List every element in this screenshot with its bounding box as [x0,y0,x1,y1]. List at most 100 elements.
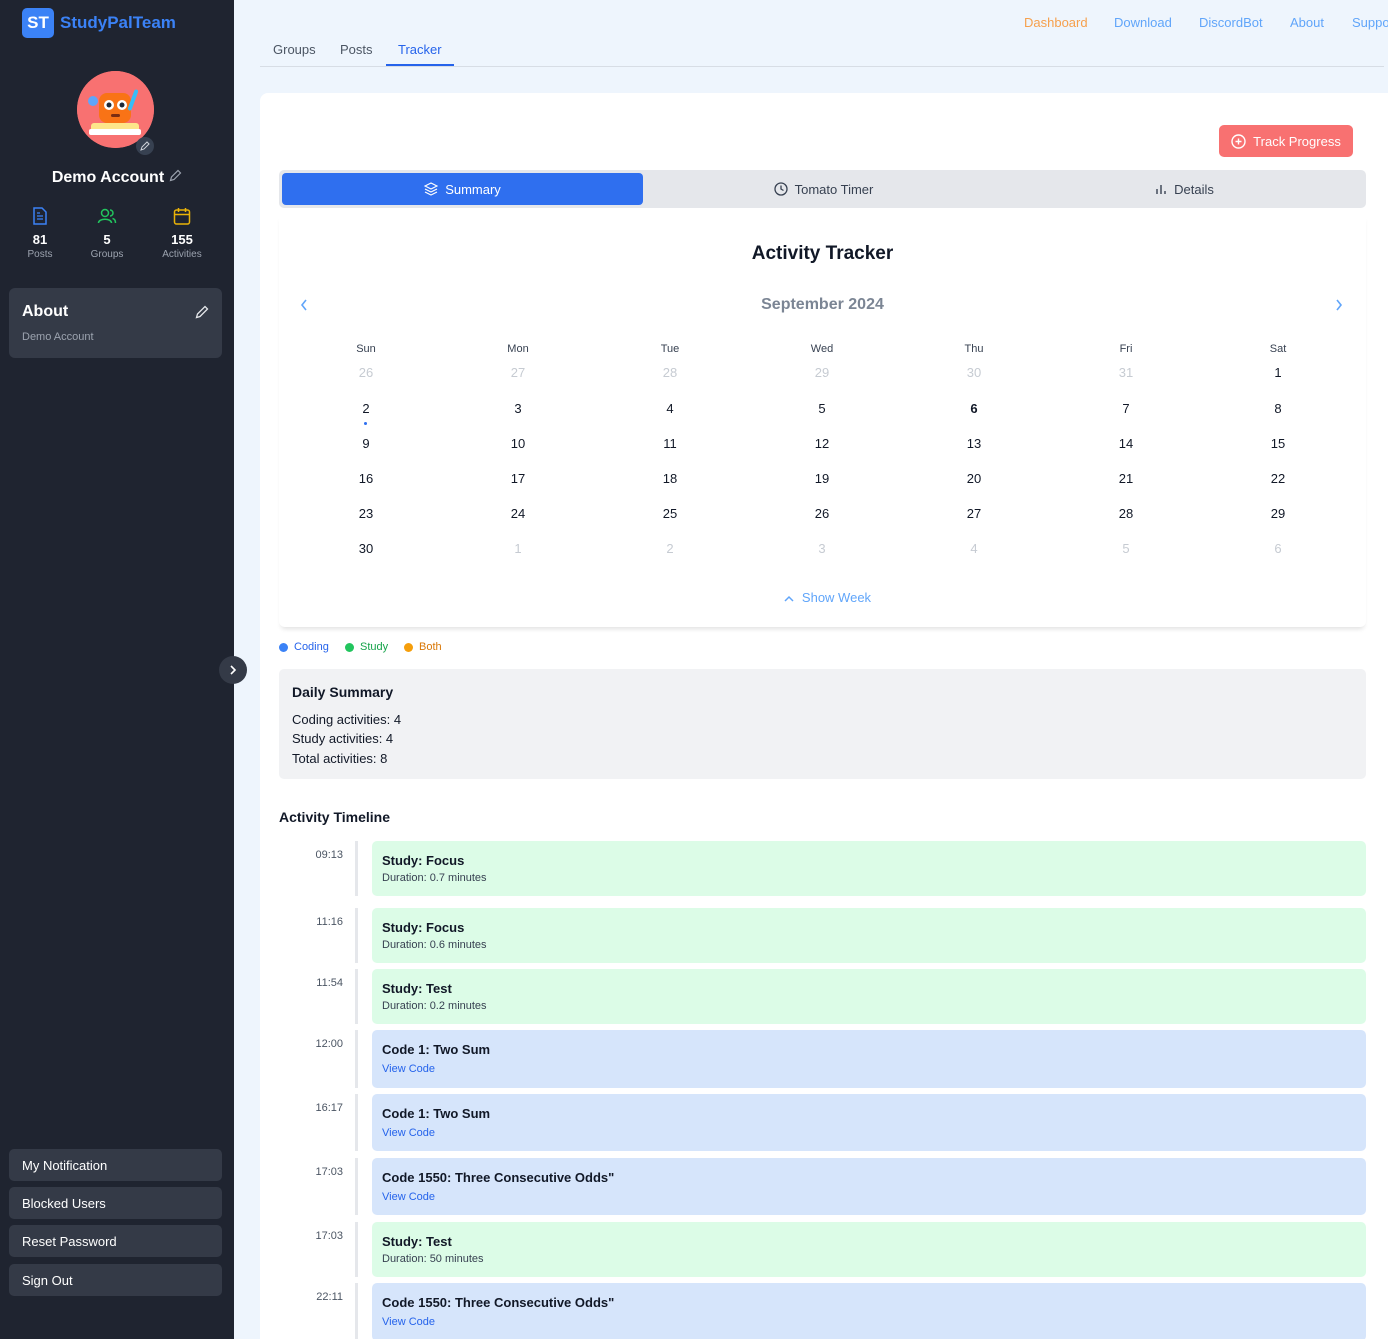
weekday-header: Fri [1119,343,1133,355]
view-code-link[interactable]: View Code [382,1127,435,1139]
edit-name-icon[interactable] [169,169,182,187]
calendar-day[interactable]: 23 [346,502,386,526]
my-notification-button[interactable]: My Notification [9,1149,222,1181]
calendar-day[interactable]: 3 [802,537,842,561]
calendar-day[interactable]: 30 [346,537,386,561]
calendar-day[interactable]: 25 [650,502,690,526]
tab-tracker[interactable]: Tracker [398,42,442,57]
calendar-day[interactable]: 7 [1106,397,1146,421]
activity-dot [364,422,367,425]
view-code-link[interactable]: View Code [382,1191,435,1203]
prev-month-button[interactable] [299,298,309,317]
legend-swatch [345,642,354,652]
timeline-connector [355,1283,358,1339]
calendar-day[interactable]: 16 [346,467,386,491]
day-number: 6 [1274,541,1282,556]
calendar-day[interactable]: 1 [498,537,538,561]
calendar-day[interactable]: 22 [1258,467,1298,491]
calendar-day[interactable]: 31 [1106,361,1146,385]
calendar-day[interactable]: 3 [498,397,538,421]
calendar-day[interactable]: 28 [1106,502,1146,526]
calendar-day[interactable]: 17 [498,467,538,491]
nav-support[interactable]: Support [1352,15,1388,30]
calendar-day[interactable]: 5 [802,393,842,425]
avatar-edit-button[interactable] [136,137,154,155]
calendar-day[interactable]: 26 [802,502,842,526]
day-number: 26 [358,365,374,380]
calendar-day[interactable]: 24 [498,502,538,526]
nav-discordbot[interactable]: DiscordBot [1199,15,1263,30]
day-number: 8 [1274,401,1282,416]
calendar-day[interactable]: 10 [498,432,538,456]
calendar-day[interactable]: 4 [954,537,994,561]
reset-password-button[interactable]: Reset Password [9,1225,222,1257]
brand[interactable]: ST StudyPalTeam [22,8,176,38]
legend-label: Study [360,641,389,653]
calendar-day[interactable]: 20 [954,467,994,491]
calendar-day[interactable]: 2 [650,537,690,561]
calendar-month: September 2024 [761,296,884,313]
tab-groups[interactable]: Groups [273,42,316,57]
day-number: 30 [358,541,374,556]
timeline-entry-title: Study: Focus [382,853,465,868]
day-number: 2 [362,401,370,416]
timeline-entry-title: Study: Test [382,1234,452,1249]
timeline-study-entry: Study: Test Duration: 50 minutes [372,1222,1366,1277]
legend-both: Both [404,641,442,653]
view-switcher: Summary Tomato Timer Details [279,170,1366,208]
calendar-day[interactable]: 15 [1258,432,1298,456]
timeline-code-entry: Code 1: Two Sum View Code [372,1094,1366,1151]
nav-dashboard[interactable]: Dashboard [1024,15,1088,30]
view-code-link[interactable]: View Code [382,1063,435,1075]
segment-tomato-timer[interactable]: Tomato Timer [643,173,1004,205]
calendar-day[interactable]: 27 [954,502,994,526]
segment-summary[interactable]: Summary [282,173,643,205]
edit-about-icon[interactable] [195,305,209,324]
calendar-day[interactable]: 18 [650,467,690,491]
calendar-day[interactable]: 19 [802,467,842,491]
calendar-day[interactable]: 14 [1106,432,1146,456]
segment-details[interactable]: Details [1004,173,1365,205]
calendar-day[interactable]: 4 [650,397,690,421]
sidebar-toggle-button[interactable] [219,656,247,684]
study-activities-count: Study activities: 4 [292,731,394,746]
stat-groups[interactable]: 5 Groups [77,207,137,260]
calendar-day[interactable]: 8 [1258,397,1298,421]
calendar-day[interactable]: 1 [1258,361,1298,385]
calendar-day[interactable]: 30 [954,361,994,385]
calendar-day[interactable]: 28 [650,361,690,385]
activity-timeline-title: Activity Timeline [279,809,391,825]
legend-label: Coding [294,641,329,653]
calendar-day[interactable]: 26 [346,361,386,385]
blocked-users-button[interactable]: Blocked Users [9,1187,222,1219]
timeline-entry-title: Code 1: Two Sum [382,1042,491,1057]
calendar-day[interactable]: 29 [802,361,842,385]
tab-posts[interactable]: Posts [340,42,373,57]
calendar-day[interactable]: 11 [650,432,690,456]
next-month-button[interactable] [1334,298,1344,317]
calendar-day[interactable]: 13 [954,432,994,456]
about-subtitle: Demo Account [22,331,94,343]
calendar-day[interactable]: 6 [954,397,994,421]
show-week-label: Show Week [801,590,872,605]
stat-activities[interactable]: 155 Activities [152,207,212,260]
calendar-day[interactable]: 6 [1258,537,1298,561]
calendar-day[interactable]: 9 [346,432,386,456]
day-number: 17 [510,471,526,486]
calendar-day[interactable]: 12 [802,432,842,456]
day-number: 2 [666,541,674,556]
sidebar: ST StudyPalTeam Demo Account 81 Posts 5 [0,0,234,1339]
nav-about[interactable]: About [1290,15,1324,30]
view-code-link[interactable]: View Code [382,1316,435,1328]
calendar-day[interactable]: 29 [1258,502,1298,526]
segment-label: Summary [445,181,501,197]
show-week-button[interactable]: Show Week [279,590,1376,605]
calendar-day[interactable]: 27 [498,361,538,385]
calendar-day[interactable]: 5 [1106,537,1146,561]
calendar-day[interactable]: 21 [1106,467,1146,491]
calendar-day[interactable]: 2 [346,397,386,425]
track-progress-button[interactable]: Track Progress [1219,125,1353,157]
stat-posts[interactable]: 81 Posts [10,207,70,260]
nav-download[interactable]: Download [1114,15,1172,30]
sign-out-button[interactable]: Sign Out [9,1264,222,1296]
